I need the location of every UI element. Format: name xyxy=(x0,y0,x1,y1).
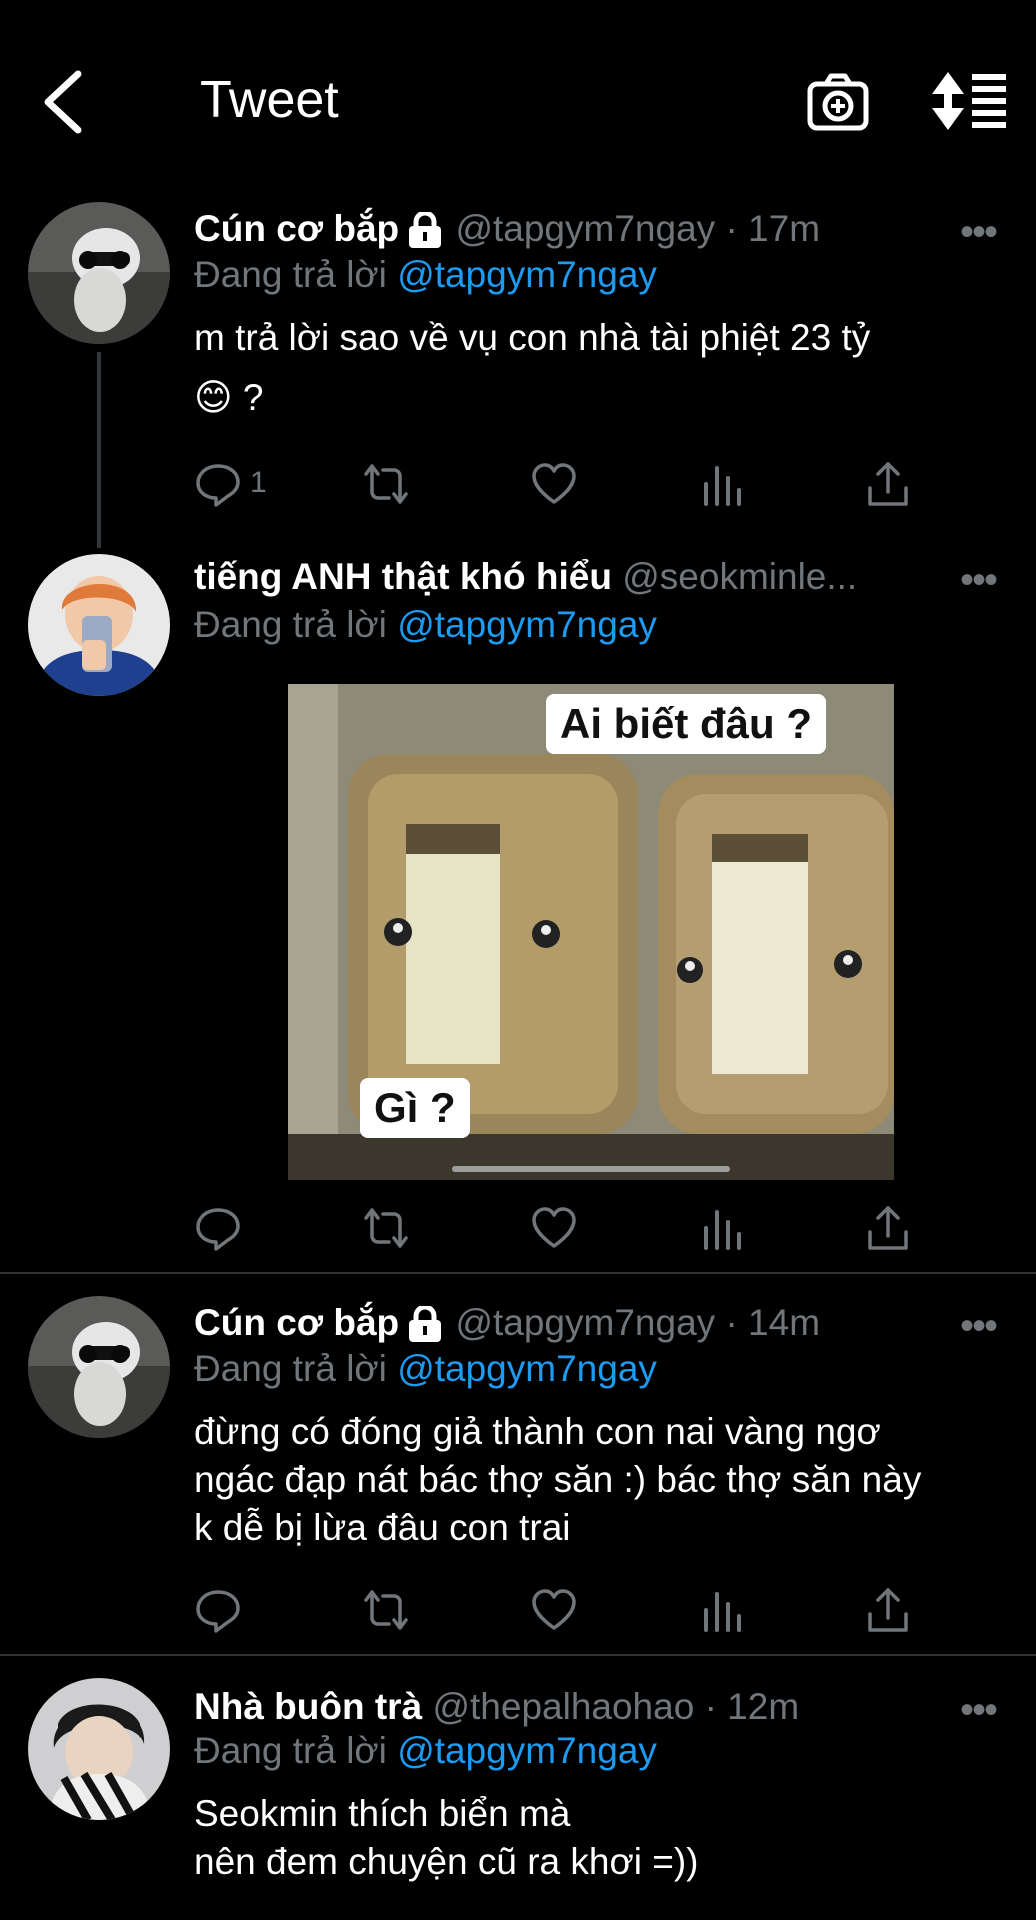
tweet-text: đừng có đóng giả thành con nai vàng ngơ … xyxy=(194,1411,922,1548)
tweet-1[interactable]: Cún cơ bắp @tapgym7ngay · 17m ••• Đang t… xyxy=(0,200,1036,540)
author-handle: @thepalhaohao xyxy=(432,1686,695,1727)
author-name[interactable]: Cún cơ bắp @tapgym7ngay · 17m xyxy=(194,208,820,250)
more-options-icon[interactable]: ••• xyxy=(960,558,998,603)
views-icon[interactable] xyxy=(698,460,746,508)
back-arrow-icon[interactable] xyxy=(40,68,88,136)
views-icon[interactable] xyxy=(698,1204,746,1252)
share-icon[interactable] xyxy=(864,1204,912,1252)
author-name[interactable]: Nhà buôn trà @thepalhaohao · 12m xyxy=(194,1686,799,1728)
tweet-media-image[interactable]: Ai biết đâu ? Gì ? xyxy=(288,684,894,1180)
retweet-icon[interactable] xyxy=(362,1586,410,1634)
top-bar: Tweet xyxy=(0,0,1036,200)
reply-mention-link[interactable]: @tapgym7ngay xyxy=(397,1348,657,1389)
lock-icon xyxy=(409,1306,442,1343)
page-title: Tweet xyxy=(200,71,339,129)
avatar[interactable] xyxy=(28,202,170,344)
tweet-actions xyxy=(194,1586,934,1634)
divider xyxy=(0,1654,1036,1656)
author-name[interactable]: Cún cơ bắp @tapgym7ngay · 14m xyxy=(194,1302,820,1344)
tweet-actions xyxy=(194,1204,934,1252)
timestamp: · 14m xyxy=(725,1302,821,1343)
reply-mention-link[interactable]: @tapgym7ngay xyxy=(397,1730,657,1771)
views-icon[interactable] xyxy=(698,1586,746,1634)
timestamp: · 17m xyxy=(725,208,821,249)
reply-mention-link[interactable]: @tapgym7ngay xyxy=(397,604,657,645)
replying-to: Đang trả lời @tapgym7ngay xyxy=(194,254,657,295)
share-icon[interactable] xyxy=(864,460,912,508)
like-icon[interactable] xyxy=(530,1586,578,1634)
replying-to: Đang trả lời @tapgym7ngay xyxy=(194,1730,657,1771)
tweet-actions: 1 xyxy=(194,460,934,508)
avatar[interactable] xyxy=(28,1296,170,1438)
author-name[interactable]: tiếng ANH thật khó hiểu @seokminle... xyxy=(194,556,857,598)
like-icon[interactable] xyxy=(530,1204,578,1252)
replying-to: Đang trả lời @tapgym7ngay xyxy=(194,1348,657,1389)
reply-mention-link[interactable]: @tapgym7ngay xyxy=(397,254,657,295)
author-handle: @tapgym7ngay xyxy=(455,1302,716,1343)
meme-caption-bottom: Gì ? xyxy=(360,1078,470,1138)
timestamp: · 12m xyxy=(704,1686,800,1727)
like-icon[interactable] xyxy=(530,460,578,508)
tweet-text: Seokmin thích biển mà nên đem chuyện cũ … xyxy=(194,1793,699,1882)
author-handle: @tapgym7ngay xyxy=(455,208,716,249)
more-options-icon[interactable]: ••• xyxy=(960,210,998,255)
more-options-icon[interactable]: ••• xyxy=(960,1688,998,1733)
camera-add-icon[interactable] xyxy=(806,70,870,134)
replying-to: Đang trả lời @tapgym7ngay xyxy=(194,604,657,645)
tweet-4[interactable]: Nhà buôn trà @thepalhaohao · 12m ••• Đan… xyxy=(0,1678,1036,1920)
lock-icon xyxy=(409,212,442,249)
avatar[interactable] xyxy=(28,1678,170,1820)
more-options-icon[interactable]: ••• xyxy=(960,1304,998,1349)
divider xyxy=(0,1272,1036,1274)
reply-icon[interactable] xyxy=(194,1204,242,1252)
reply-icon[interactable] xyxy=(194,460,242,508)
tweet-text: m trả lời sao về vụ con nhà tài phiệt 23… xyxy=(194,317,871,418)
tweet-3[interactable]: Cún cơ bắp @tapgym7ngay · 14m ••• Đang t… xyxy=(0,1296,1036,1652)
retweet-icon[interactable] xyxy=(362,1204,410,1252)
sort-icon[interactable] xyxy=(932,72,1006,130)
avatar[interactable] xyxy=(28,554,170,696)
reply-count: 1 xyxy=(250,466,267,499)
author-handle: @seokminle... xyxy=(622,556,858,597)
meme-caption-top: Ai biết đâu ? xyxy=(546,694,826,754)
retweet-icon[interactable] xyxy=(362,460,410,508)
reply-icon[interactable] xyxy=(194,1586,242,1634)
share-icon[interactable] xyxy=(864,1586,912,1634)
